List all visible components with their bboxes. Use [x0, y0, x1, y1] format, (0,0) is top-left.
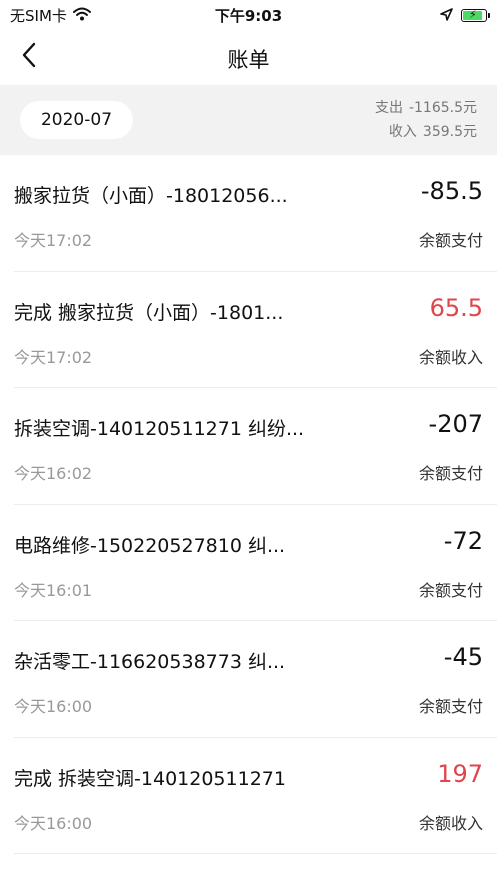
income-label: 收入 [388, 124, 417, 140]
bill-title: 拆装空调-140120511271 纠纷... [14, 418, 305, 440]
bill-item[interactable]: 杂活零工-116620538773 纠... 今天16:00 -45 余额支付 [14, 621, 497, 738]
bill-type: 余额支付 [418, 580, 483, 600]
battery-icon: ⚡ [461, 8, 490, 22]
bill-type: 余额收入 [418, 813, 483, 833]
bill-list: 搬家拉货（小面）-18012056... 今天17:02 -85.5 余额支付 … [0, 155, 497, 854]
bill-amount: 197 [437, 759, 483, 788]
bill-item[interactable]: 电路维修-150220527810 纠... 今天16:01 -72 余额支付 [14, 505, 497, 621]
bill-time: 今天17:02 [14, 347, 93, 367]
bill-title: 搬家拉货（小面）-18012056... [14, 185, 288, 207]
bill-amount: -207 [428, 410, 483, 438]
bill-type: 余额收入 [418, 347, 483, 367]
bill-type: 余额支付 [418, 464, 483, 483]
income-row: 收入 359.5元 [375, 120, 477, 144]
income-value: 359.5元 [422, 124, 477, 140]
status-right-group: ⚡ [440, 6, 490, 25]
page-title: 账单 [227, 48, 270, 72]
nav-bar: 账单 [0, 30, 497, 85]
status-time: 下午9:03 [214, 7, 283, 25]
bill-title: 电路维修-150220527810 纠... [14, 534, 286, 557]
status-bar: 无SIM卡 下午9:03 ⚡ [0, 0, 497, 30]
bill-type: 余额支付 [418, 697, 483, 716]
bill-time: 今天16:00 [14, 813, 93, 833]
bill-time: 今天17:02 [14, 231, 93, 250]
expense-row: 支出 -1165.5元 [375, 96, 477, 120]
bill-title: 完成 拆装空调-140120511271 [14, 767, 286, 790]
bill-item[interactable]: 拆装空调-140120511271 纠纷... 今天16:02 -207 余额支… [14, 388, 497, 505]
bill-item[interactable]: 完成 搬家拉货（小面）-1801... 今天17:02 65.5 余额收入 [14, 272, 497, 388]
bill-title: 完成 搬家拉货（小面）-1801... [14, 301, 284, 324]
bill-amount: 65.5 [429, 293, 483, 322]
expense-value: -1165.5元 [408, 100, 477, 116]
bill-type: 余额支付 [418, 231, 483, 250]
bill-item[interactable]: 完成 拆装空调-140120511271 今天16:00 197 余额收入 [14, 738, 497, 854]
bill-amount: -45 [443, 643, 483, 671]
bill-time: 今天16:00 [14, 697, 93, 716]
bill-amount: -72 [443, 526, 483, 555]
bill-time: 今天16:01 [14, 580, 93, 600]
month-selector[interactable]: 2020-07 [20, 101, 133, 139]
bill-time: 今天16:02 [14, 464, 93, 483]
bill-title: 杂活零工-116620538773 纠... [14, 651, 286, 673]
bill-amount: -85.5 [420, 177, 483, 205]
monthly-summary: 2020-07 支出 -1165.5元 收入 359.5元 [0, 85, 497, 155]
location-arrow-icon [440, 6, 453, 25]
expense-label: 支出 [374, 100, 403, 116]
totals: 支出 -1165.5元 收入 359.5元 [375, 96, 477, 144]
bill-item[interactable]: 搬家拉货（小面）-18012056... 今天17:02 -85.5 余额支付 [14, 155, 497, 272]
